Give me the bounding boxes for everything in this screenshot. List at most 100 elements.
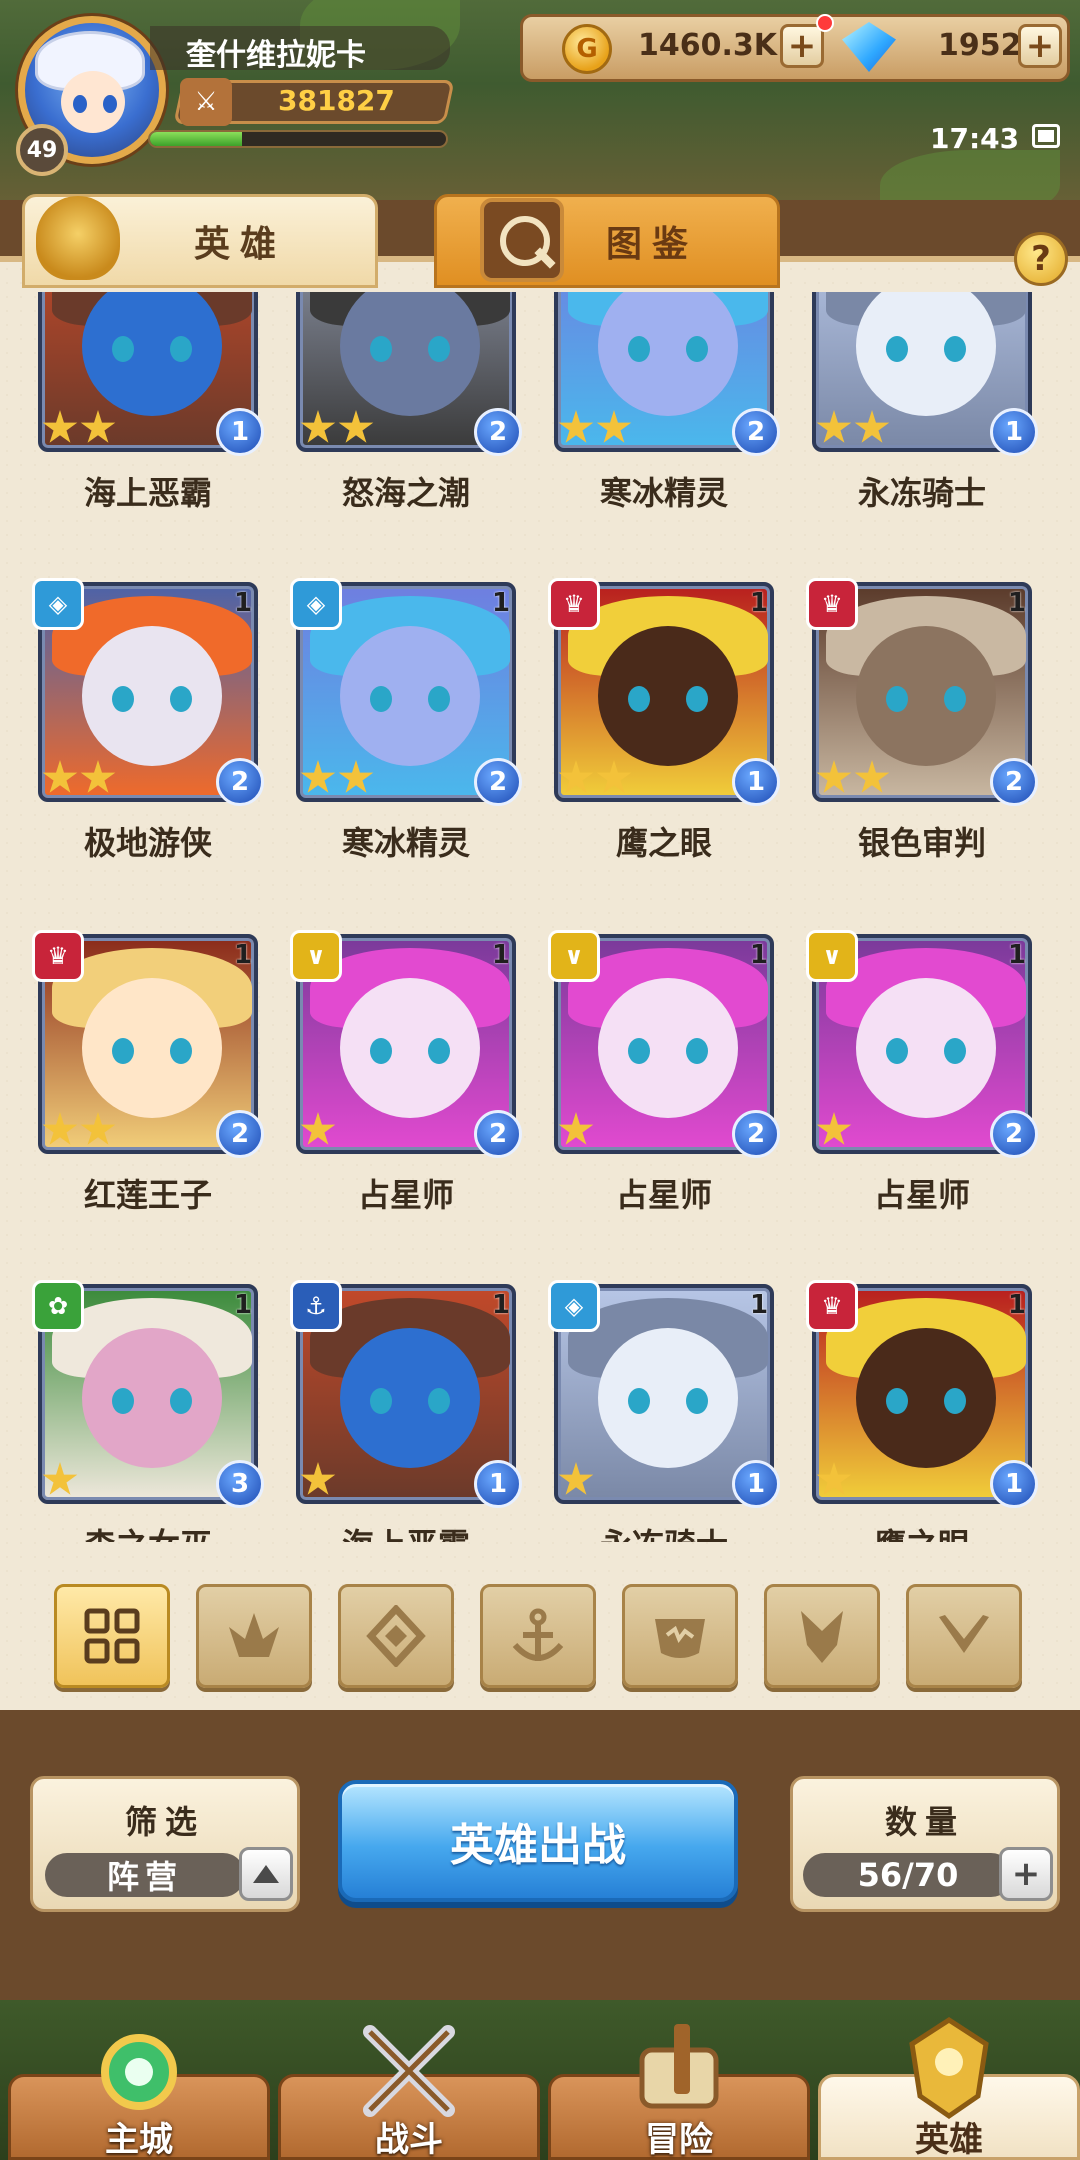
hero-level: 1 — [234, 588, 253, 618]
castle-icon — [80, 2010, 198, 2128]
gem-amount: 1952 — [938, 28, 1022, 63]
expand-capacity-button[interactable]: + — [999, 1847, 1053, 1901]
hero-card[interactable]: ♛ 1 1 鹰之眼 — [538, 578, 798, 882]
hero-card[interactable]: ∨ 1 2 占星师 — [796, 930, 1056, 1234]
star-icon — [338, 410, 374, 443]
battery-icon — [1032, 124, 1060, 148]
hero-card[interactable]: ♛ 1 2 红莲王子 — [22, 930, 282, 1234]
nav-tab-label: 战斗 — [375, 2120, 443, 2160]
add-gold-button[interactable]: + — [780, 24, 824, 68]
hero-card[interactable]: ◈ 1 2 极地游侠 — [22, 578, 282, 882]
exp-bar-fill — [150, 132, 242, 146]
all-icon — [84, 1608, 140, 1664]
filter-title: 筛选 — [124, 1803, 205, 1841]
hero-card[interactable]: ∨ 1 2 占星师 — [538, 930, 798, 1234]
star-icon — [816, 1462, 852, 1495]
hero-card[interactable]: 1 永冻骑士 — [796, 292, 1056, 532]
portrait-eyes — [370, 336, 450, 362]
hero-card[interactable]: 2 寒冰精灵 — [538, 292, 798, 532]
hero-name: 永冻骑士 — [857, 474, 986, 512]
hero-card[interactable]: ◈ 1 1 永冻骑士 — [538, 1280, 798, 1542]
hero-stars — [816, 760, 892, 800]
power-value: 381827 — [278, 84, 395, 117]
hero-level: 1 — [1008, 1290, 1027, 1320]
player-name: 奎什维拉妮卡 — [186, 38, 366, 73]
light-faction-icon — [939, 1615, 989, 1653]
faction-filter-sea-faction[interactable] — [480, 1584, 596, 1688]
beast-faction-icon — [655, 1619, 705, 1658]
count-value: 56/70 — [803, 1853, 1013, 1897]
hero-rank-badge: 2 — [990, 758, 1038, 806]
fire-faction-icon: ♛ — [548, 578, 600, 630]
hero-name: 永冻骑士 — [538, 1520, 790, 1542]
star-icon — [854, 410, 890, 443]
forest-faction-icon: ✿ — [32, 1280, 84, 1332]
hero-name: 占星师 — [357, 1176, 454, 1214]
hero-stars — [558, 760, 634, 800]
ice-faction-icon: ◈ — [290, 578, 342, 630]
hero-name: 极地游侠 — [83, 824, 212, 862]
hero-level: 1 — [1008, 940, 1027, 970]
faction-filter-beast-faction[interactable] — [622, 1584, 738, 1688]
hero-card[interactable]: 2 怒海之潮 — [280, 292, 540, 532]
hero-level: 1 — [492, 588, 511, 618]
hero-name: 怒海之潮 — [341, 474, 470, 512]
help-button[interactable]: ? — [1014, 232, 1068, 286]
deploy-heroes-button[interactable]: 英雄出战 — [338, 1780, 738, 1902]
faction-filter-ice-faction[interactable] — [338, 1584, 454, 1688]
hero-card[interactable]: ⚓ 1 1 海上恶霸 — [280, 1280, 540, 1542]
hero-card[interactable]: ✿ 1 3 森之女巫 — [22, 1280, 282, 1542]
notification-dot — [816, 14, 834, 32]
hero-stars — [558, 1462, 596, 1502]
fire-faction-icon: ♛ — [806, 1280, 858, 1332]
hero-name: 鹰之眼 — [615, 824, 712, 862]
faction-filter-dark-faction[interactable] — [764, 1584, 880, 1688]
faction-filter-light-faction[interactable] — [906, 1584, 1022, 1688]
add-gems-button[interactable]: + — [1018, 24, 1062, 68]
portrait-eyes — [628, 1038, 708, 1064]
hero-grid[interactable]: 1 海上恶霸 2 怒海之潮 2 寒冰精灵 1 永冻骑士 ◈ 1 2 极地游侠 ◈ 1 2 寒冰精灵 ♛ 1 1 鹰之眼… — [0, 292, 1080, 1542]
fire-faction-icon: ♛ — [806, 578, 858, 630]
filter-toggle-button[interactable] — [239, 1847, 293, 1901]
star-icon — [42, 760, 78, 793]
star-icon — [80, 760, 116, 793]
filter-value[interactable]: 阵营 — [45, 1853, 245, 1897]
hero-name: 寒冰精灵 — [341, 824, 470, 862]
hero-rank-badge: 1 — [990, 1460, 1038, 1508]
triangle-up-icon — [253, 1865, 279, 1883]
hero-card[interactable]: ♛ 1 2 银色审判 — [796, 578, 1056, 882]
hero-level: 1 — [750, 1290, 769, 1320]
light-faction-icon: ∨ — [290, 930, 342, 982]
star-icon — [558, 1112, 594, 1145]
portrait-eyes — [112, 1038, 192, 1064]
star-icon — [816, 410, 852, 443]
gold-amount: 1460.3K — [638, 28, 778, 63]
hero-name: 红莲王子 — [83, 1176, 212, 1214]
hero-rank-badge: 2 — [474, 758, 522, 806]
scroll-map-icon — [620, 2010, 738, 2128]
hero-rank-badge: 1 — [732, 758, 780, 806]
hero-card[interactable]: 1 海上恶霸 — [22, 292, 282, 532]
hero-level: 1 — [234, 940, 253, 970]
hero-stars — [816, 1462, 854, 1502]
hero-card[interactable]: ◈ 1 2 寒冰精灵 — [280, 578, 540, 882]
hero-card[interactable]: ∨ 1 2 占星师 — [280, 930, 540, 1234]
faction-filter-fire-faction[interactable] — [196, 1584, 312, 1688]
magnifier-icon — [480, 198, 564, 282]
player-level-badge: 49 — [16, 124, 68, 176]
knight-helmet-icon — [36, 196, 120, 280]
portrait-eyes — [886, 1038, 966, 1064]
nav-tab-label: 主城 — [105, 2120, 173, 2160]
filter-box[interactable]: 筛选 阵营 — [30, 1776, 300, 1912]
crossed-swords-icon — [350, 2010, 468, 2128]
nav-tab-label: 冒险 — [645, 2120, 713, 2160]
portrait-eyes — [112, 336, 192, 362]
hero-stars — [558, 1112, 596, 1152]
hero-stars — [816, 410, 892, 450]
hero-card[interactable]: ♛ 1 1 鹰之眼 — [796, 1280, 1056, 1542]
faction-filter-all[interactable] — [54, 1584, 170, 1688]
hero-rank-badge: 2 — [732, 408, 780, 456]
hero-stars — [300, 760, 376, 800]
star-icon — [558, 1462, 594, 1495]
sea-faction-icon — [512, 1608, 564, 1661]
